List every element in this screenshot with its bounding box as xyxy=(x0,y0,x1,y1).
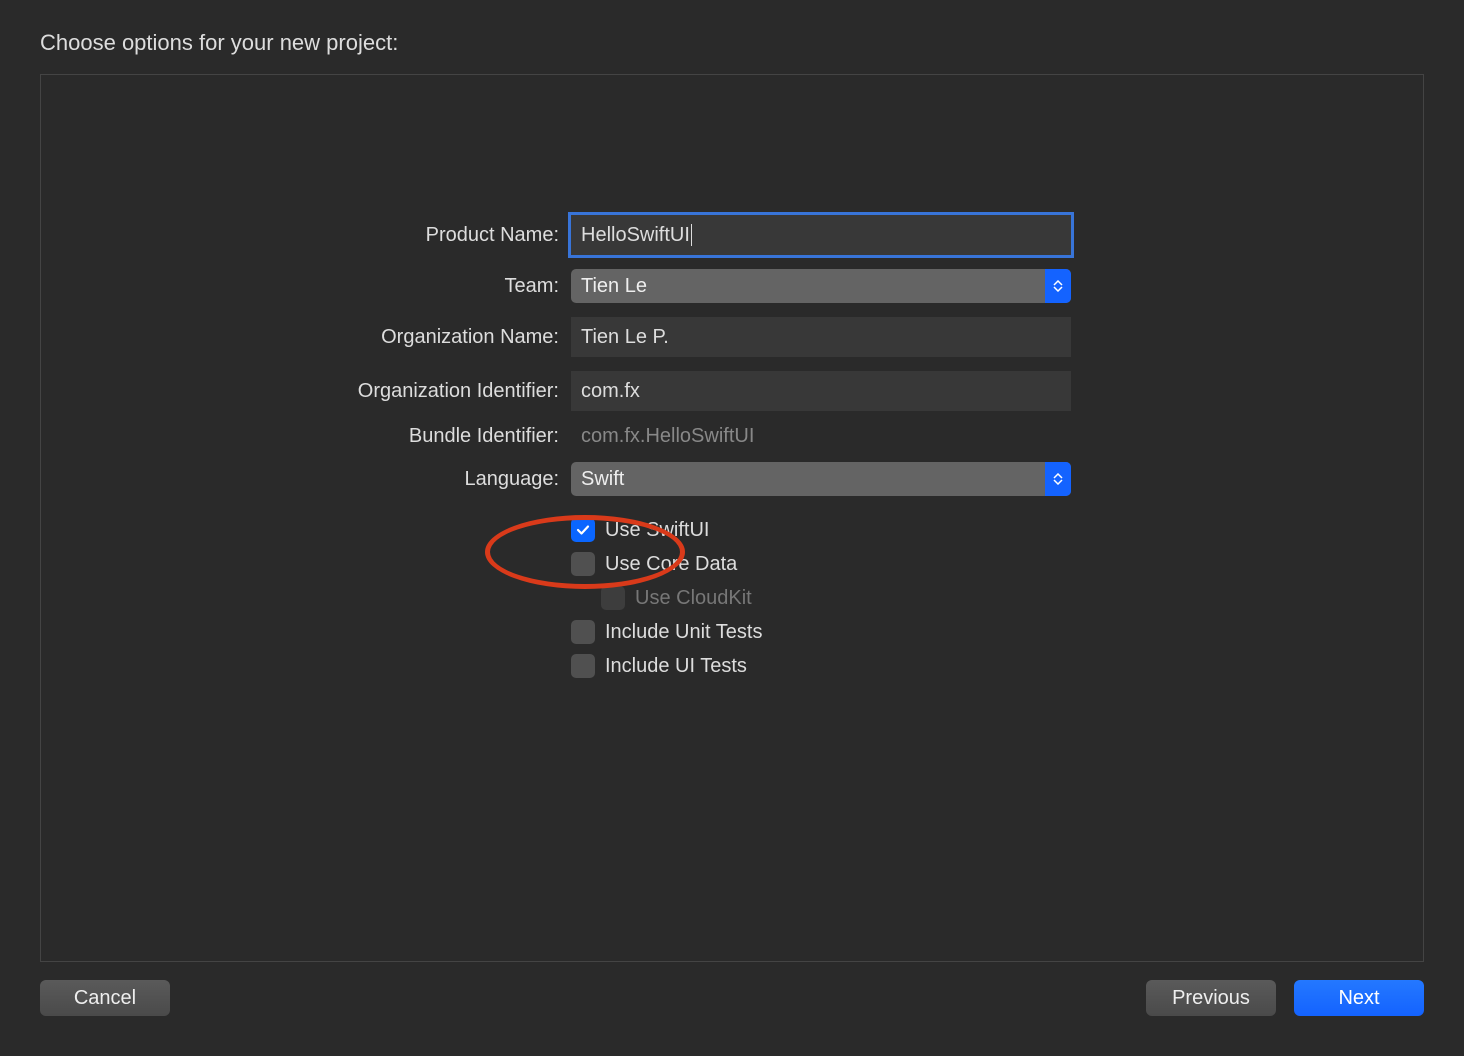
label-product-name: Product Name: xyxy=(101,224,571,247)
next-button[interactable]: Next xyxy=(1294,980,1424,1016)
label-language: Language: xyxy=(101,468,571,491)
row-product-name: Product Name: HelloSwiftUI xyxy=(101,215,1363,255)
row-include-unit-tests: Include Unit Tests xyxy=(101,620,1363,644)
use-cloudkit-label: Use CloudKit xyxy=(635,587,752,610)
previous-button[interactable]: Previous xyxy=(1146,980,1276,1016)
row-use-cloudkit: Use CloudKit xyxy=(101,586,1363,610)
row-org-name: Organization Name: xyxy=(101,317,1363,357)
use-core-data-label: Use Core Data xyxy=(605,553,737,576)
include-unit-tests-label: Include Unit Tests xyxy=(605,621,763,644)
use-core-data-checkbox[interactable] xyxy=(571,552,595,576)
label-bundle-identifier: Bundle Identifier: xyxy=(101,425,571,448)
include-unit-tests-checkbox[interactable] xyxy=(571,620,595,644)
org-name-input[interactable] xyxy=(571,317,1071,357)
use-swiftui-label: Use SwiftUI xyxy=(605,519,709,542)
row-include-ui-tests: Include UI Tests xyxy=(101,654,1363,678)
dialog-title: Choose options for your new project: xyxy=(40,30,1424,56)
product-name-input[interactable]: HelloSwiftUI xyxy=(571,215,1071,255)
use-swiftui-checkbox[interactable] xyxy=(571,518,595,542)
label-org-identifier: Organization Identifier: xyxy=(101,380,571,403)
include-ui-tests-checkbox[interactable] xyxy=(571,654,595,678)
form-panel: Product Name: HelloSwiftUI Team: Tien Le… xyxy=(40,74,1424,962)
button-bar: Cancel Previous Next xyxy=(40,980,1424,1016)
row-bundle-identifier: Bundle Identifier: com.fx.HelloSwiftUI xyxy=(101,425,1363,448)
new-project-options-dialog: Choose options for your new project: Pro… xyxy=(0,0,1464,1056)
label-org-name: Organization Name: xyxy=(101,326,571,349)
text-cursor-icon xyxy=(691,224,692,246)
use-cloudkit-checkbox xyxy=(601,586,625,610)
label-team: Team: xyxy=(101,275,571,298)
row-use-core-data: Use Core Data xyxy=(101,552,1363,576)
team-select[interactable]: Tien Le xyxy=(571,269,1071,303)
include-ui-tests-label: Include UI Tests xyxy=(605,655,747,678)
language-select[interactable]: Swift xyxy=(571,462,1071,496)
bundle-identifier-value: com.fx.HelloSwiftUI xyxy=(571,425,754,448)
row-use-swiftui: Use SwiftUI xyxy=(101,518,1363,542)
cancel-button[interactable]: Cancel xyxy=(40,980,170,1016)
row-language: Language: Swift xyxy=(101,462,1363,496)
up-down-arrows-icon xyxy=(1045,462,1071,496)
row-org-identifier: Organization Identifier: xyxy=(101,371,1363,411)
up-down-arrows-icon xyxy=(1045,269,1071,303)
row-team: Team: Tien Le xyxy=(101,269,1363,303)
org-identifier-input[interactable] xyxy=(571,371,1071,411)
